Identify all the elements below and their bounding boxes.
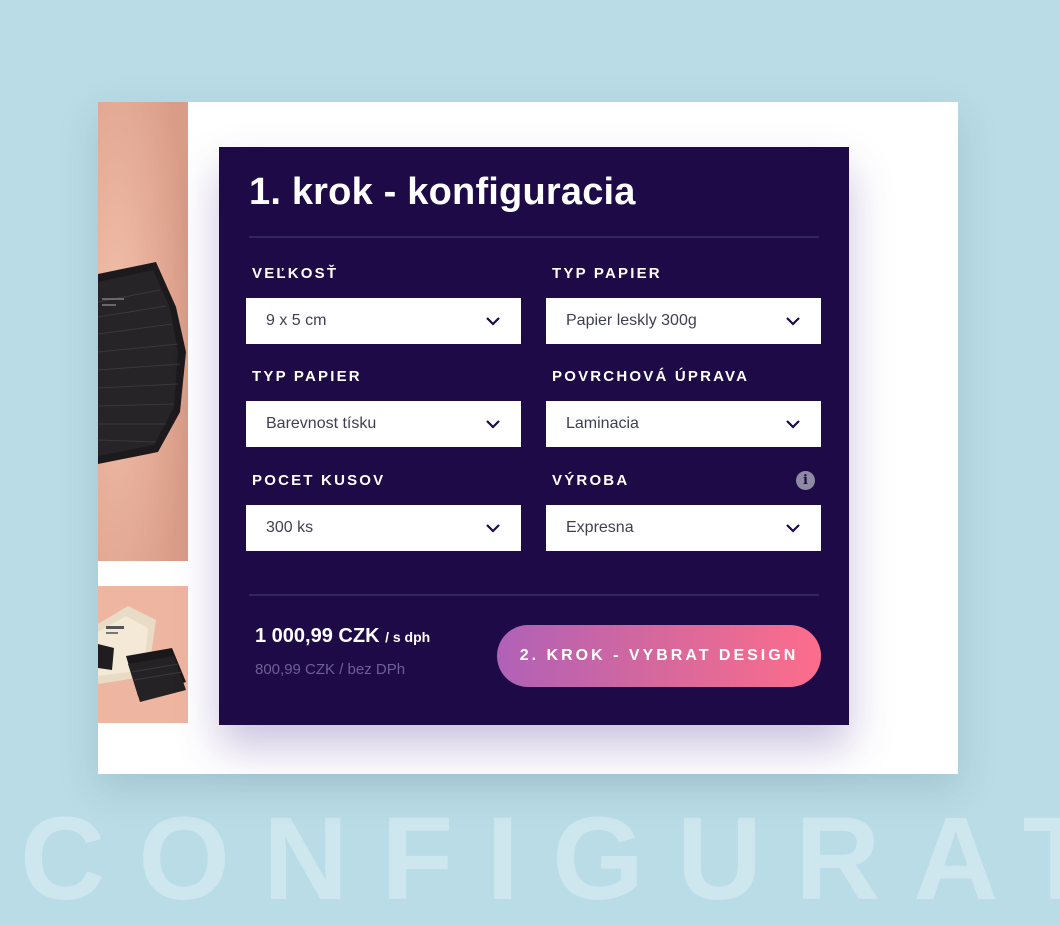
finish-select[interactable]: Laminacia — [546, 401, 821, 447]
size-label: VEĽKOSŤ — [252, 265, 339, 282]
color-select[interactable]: Barevnost tísku — [246, 401, 521, 447]
price-with-vat: 1 000,99 CZK / s dph — [255, 625, 430, 648]
chevron-down-icon — [786, 524, 800, 533]
chevron-down-icon — [786, 317, 800, 326]
quantity-select-value: 300 ks — [266, 519, 314, 536]
quantity-label: POCET KUSOV — [252, 472, 386, 489]
chevron-down-icon — [786, 420, 800, 429]
business-cards-box-image — [98, 586, 188, 723]
quantity-select[interactable]: 300 ks — [246, 505, 521, 551]
size-select-value: 9 x 5 cm — [266, 312, 327, 329]
next-step-button[interactable]: 2. KROK - VYBRAT DESIGN — [497, 625, 821, 687]
chevron-down-icon — [486, 420, 500, 429]
paper-type-select[interactable]: Papier leskly 300g — [546, 298, 821, 344]
size-select[interactable]: 9 x 5 cm — [246, 298, 521, 344]
production-label: VÝROBA — [552, 472, 630, 489]
business-cards-stack-image — [98, 102, 188, 561]
configuration-panel: 1. krok - konfiguracia VEĽKOSŤ 9 x 5 cm … — [219, 147, 849, 725]
footer-divider — [249, 594, 819, 596]
chevron-down-icon — [486, 317, 500, 326]
price-with-vat-suffix: / s dph — [385, 629, 431, 645]
production-select-value: Expresna — [566, 519, 634, 536]
info-icon[interactable]: i — [796, 471, 815, 490]
price-with-vat-value: 1 000,99 CZK — [255, 625, 380, 647]
paper-type-label: TYP PAPIER — [552, 265, 662, 282]
finish-select-value: Laminacia — [566, 415, 639, 432]
finish-label: POVRCHOVÁ ÚPRAVA — [552, 368, 750, 385]
paper-type-select-value: Papier leskly 300g — [566, 312, 697, 329]
price-without-vat: 800,99 CZK / bez DPh — [255, 661, 406, 678]
chevron-down-icon — [486, 524, 500, 533]
production-select[interactable]: Expresna — [546, 505, 821, 551]
product-photo-thumbnail[interactable] — [98, 586, 188, 723]
panel-title: 1. krok - konfiguracia — [249, 171, 636, 213]
title-divider — [249, 236, 819, 238]
product-photo-main[interactable] — [98, 102, 188, 561]
watermark-text: CONFIGURATION — [20, 793, 1060, 925]
color-select-value: Barevnost tísku — [266, 415, 377, 432]
color-label: TYP PAPIER — [252, 368, 362, 385]
